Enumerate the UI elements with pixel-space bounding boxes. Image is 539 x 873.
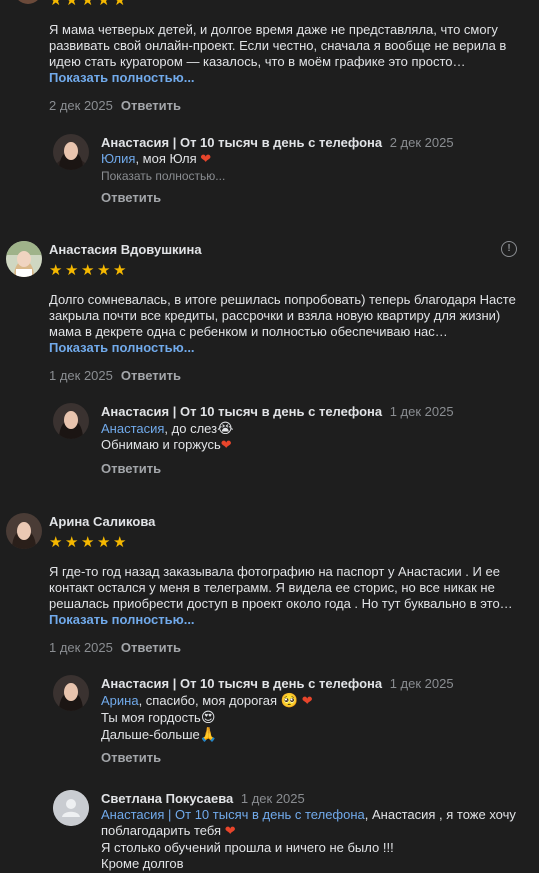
reply-text: Анастасия | От 10 тысяч в день с телефон…: [101, 807, 516, 838]
reply-button[interactable]: Ответить: [101, 461, 161, 477]
star-icon: ★: [65, 262, 79, 279]
star-icon: ★: [49, 0, 63, 9]
reply-author[interactable]: Анастасия | От 10 тысяч в день с телефон…: [101, 404, 382, 419]
avatar[interactable]: [53, 675, 89, 711]
pleading-face-icon: 🥺: [280, 692, 299, 708]
review-text: Я где-то год назад заказывала фотографию…: [49, 564, 513, 611]
reply-author[interactable]: Анастасия | От 10 тысяч в день с телефон…: [101, 135, 382, 150]
pray-icon: 🙏: [199, 726, 218, 742]
star-icon: ★: [49, 262, 63, 279]
star-icon: ★: [97, 262, 111, 279]
reply-date: 2 дек 2025: [389, 135, 454, 150]
reply-text-line: Кроме долгов: [101, 856, 184, 871]
crying-face-icon: 😭: [217, 420, 234, 436]
reply-button[interactable]: Ответить: [121, 368, 181, 383]
star-icon: ★: [65, 534, 79, 551]
review-date: 2 дек 2025: [49, 98, 113, 113]
reply-button[interactable]: Ответить: [121, 640, 181, 655]
user-icon: [53, 790, 89, 826]
show-more-link[interactable]: Показать полностью...: [49, 70, 195, 86]
reply-text-line: Дальше-больше🙏: [101, 726, 218, 742]
reply-author[interactable]: Анастасия | От 10 тысяч в день с телефон…: [101, 676, 382, 691]
show-more-link[interactable]: Показать полностью...: [49, 340, 195, 356]
rating-stars: ★ ★ ★ ★ ★: [49, 0, 127, 8]
reply-author[interactable]: Светлана Покусаева: [101, 791, 233, 806]
reply-text: Анастасия, до слез😭: [101, 420, 234, 436]
reply-button[interactable]: Ответить: [101, 750, 161, 766]
mention-link[interactable]: Арина: [101, 693, 139, 708]
heart-icon: ❤: [200, 151, 212, 166]
review-text: Я мама четверых детей, и долгое время да…: [49, 22, 507, 69]
star-icon: ★: [113, 534, 127, 551]
avatar-image: [6, 241, 42, 277]
reply-button[interactable]: Ответить: [121, 98, 181, 113]
review-meta: 2 дек 2025 Ответить: [49, 98, 181, 114]
avatar-image: [6, 513, 42, 549]
heart-icon: ❤: [220, 437, 232, 452]
review-author[interactable]: Арина Саликова: [49, 514, 155, 530]
info-icon[interactable]: !: [501, 241, 517, 257]
star-icon: ★: [81, 262, 95, 279]
avatar-image: [53, 675, 89, 711]
avatar[interactable]: [6, 513, 42, 549]
avatar[interactable]: [53, 134, 89, 170]
reply-date: 1 дек 2025: [389, 404, 454, 419]
avatar[interactable]: [53, 790, 89, 826]
reply-text-line: Обнимаю и горжусь❤: [101, 437, 232, 452]
review-text: Долго сомневалась, в итоге решилась попр…: [49, 292, 516, 339]
reply-text: Юлия, моя Юля ❤: [101, 151, 212, 166]
heart-icon: ❤: [224, 823, 236, 838]
avatar-image: [53, 134, 89, 170]
mention-link[interactable]: Юлия: [101, 151, 135, 166]
star-icon: ★: [97, 0, 111, 9]
star-icon: ★: [113, 262, 127, 279]
star-icon: ★: [113, 0, 127, 9]
avatar[interactable]: [53, 403, 89, 439]
avatar[interactable]: [6, 241, 42, 277]
heart-icon: ❤: [301, 693, 313, 708]
reply-header: Светлана Покусаева 1 дек 2025: [101, 791, 305, 807]
reply-text-line: Ты моя гордость😍: [101, 709, 216, 725]
review-meta: 1 дек 2025 Ответить: [49, 368, 181, 384]
heart-eyes-icon: 😍: [200, 709, 216, 725]
avatar[interactable]: [14, 0, 42, 4]
mention-link[interactable]: Анастасия: [101, 421, 164, 436]
reply-text: Арина, спасибо, моя дорогая 🥺 ❤: [101, 692, 313, 708]
show-more-link[interactable]: Показать полностью...: [101, 168, 225, 184]
review-date: 1 дек 2025: [49, 640, 113, 655]
star-icon: ★: [81, 534, 95, 551]
review-meta: 1 дек 2025 Ответить: [49, 640, 181, 656]
review-date: 1 дек 2025: [49, 368, 113, 383]
reply-header: Анастасия | От 10 тысяч в день с телефон…: [101, 676, 454, 692]
star-icon: ★: [49, 534, 63, 551]
mention-link[interactable]: Анастасия | От 10 тысяч в день с телефон…: [101, 807, 365, 822]
rating-stars: ★ ★ ★ ★ ★: [49, 534, 127, 551]
rating-stars: ★ ★ ★ ★ ★: [49, 262, 127, 279]
reply-text-line: Я столько обучений прошла и ничего не бы…: [101, 840, 394, 855]
reply-header: Анастасия | От 10 тысяч в день с телефон…: [101, 404, 454, 420]
reply-button[interactable]: Ответить: [101, 190, 161, 206]
star-icon: ★: [97, 534, 111, 551]
review-author[interactable]: Анастасия Вдовушкина: [49, 242, 202, 258]
star-icon: ★: [65, 0, 79, 9]
reply-date: 1 дек 2025: [240, 791, 305, 806]
reply-header: Анастасия | От 10 тысяч в день с телефон…: [101, 135, 454, 151]
avatar-image: [53, 403, 89, 439]
reply-date: 1 дек 2025: [389, 676, 454, 691]
show-more-link[interactable]: Показать полностью...: [49, 612, 195, 628]
star-icon: ★: [81, 0, 95, 9]
